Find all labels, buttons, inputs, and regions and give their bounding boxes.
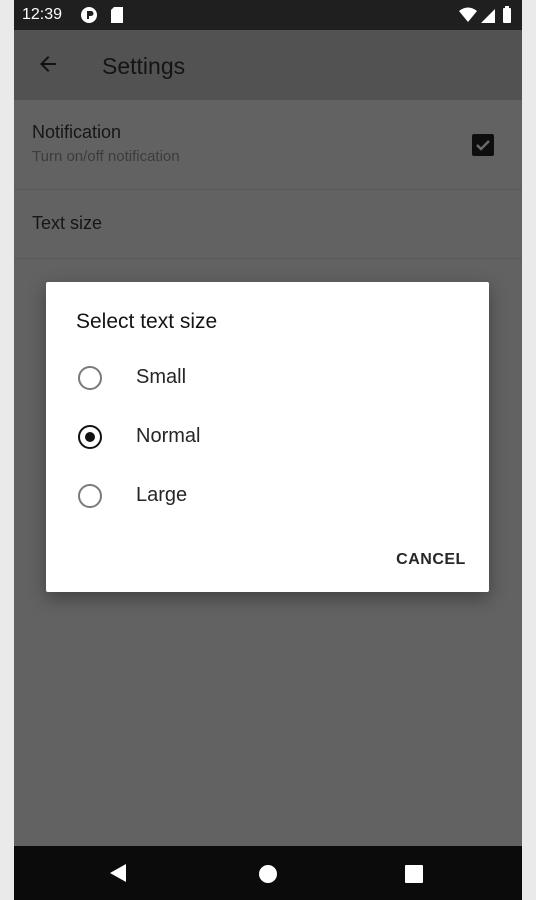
notification-checkbox[interactable] [472, 134, 494, 156]
page-title: Settings [102, 53, 186, 79]
device-screen: 12:39 Settings Notification Turn on/off … [14, 0, 522, 900]
navigation-bar [14, 846, 522, 900]
cancel-button[interactable]: CANCEL [386, 548, 476, 572]
option-label-small: Small [136, 366, 187, 388]
back-triangle-icon[interactable] [109, 863, 127, 888]
option-label-normal: Normal [136, 425, 201, 447]
notification-subtitle: Turn on/off notification [32, 148, 180, 165]
option-normal[interactable]: Normal [46, 409, 489, 465]
battery-icon [502, 6, 512, 29]
option-label-large: Large [136, 484, 188, 506]
app-bar: Settings [14, 30, 522, 100]
radio-large[interactable] [78, 484, 102, 508]
notification-title: Notification [32, 122, 122, 142]
home-circle-icon[interactable] [258, 864, 278, 889]
option-large[interactable]: Large [46, 468, 489, 524]
setting-text-size-row[interactable]: Text size [14, 190, 522, 259]
check-icon [476, 140, 490, 151]
cell-signal-icon [480, 6, 496, 29]
option-small[interactable]: Small [46, 350, 489, 406]
recents-square-icon[interactable] [405, 865, 423, 888]
dialog-title: Select text size [76, 310, 218, 333]
sd-card-icon [110, 6, 124, 29]
arrow-back-icon[interactable] [36, 52, 60, 81]
text-size-dialog: Select text size Small Normal Large CANC… [46, 282, 489, 592]
radio-normal[interactable] [78, 425, 102, 449]
app-notification-icon [80, 6, 98, 29]
radio-small[interactable] [78, 366, 102, 390]
text-size-title: Text size [32, 213, 103, 233]
wifi-icon [458, 6, 478, 29]
radio-selected-dot [85, 432, 95, 442]
status-time: 12:39 [22, 6, 63, 23]
setting-notification-row[interactable]: Notification Turn on/off notification [14, 100, 522, 190]
status-bar: 12:39 [14, 0, 522, 30]
